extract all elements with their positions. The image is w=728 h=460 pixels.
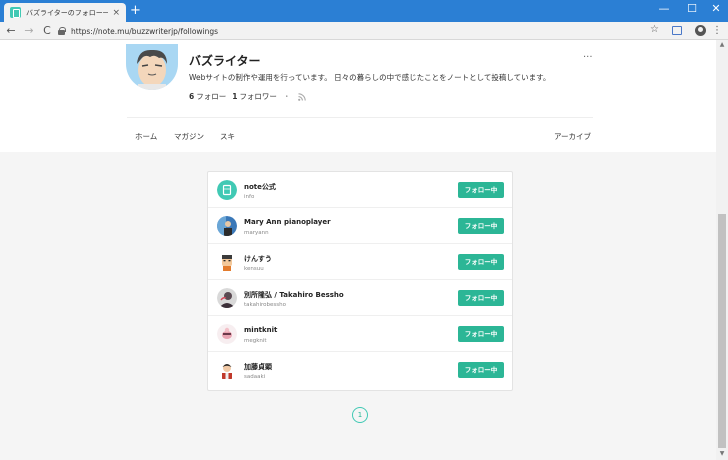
following-button[interactable]: フォロー中	[458, 362, 504, 378]
address-bar[interactable]: https://note.mu/buzzwriterjp/followings	[58, 24, 664, 38]
reload-button[interactable]: C	[40, 24, 54, 38]
close-window-button[interactable]: ✕	[706, 2, 726, 15]
scroll-down-arrow-icon[interactable]: ▼	[716, 450, 728, 457]
list-item[interactable]: mintknit megknit フォロー中	[208, 316, 512, 352]
followings-list: note公式 info フォロー中 Mary Ann pianoplayer m…	[207, 171, 513, 391]
user-name[interactable]: 別所隆弘 / Takahiro Bessho	[244, 290, 344, 300]
photo-avatar-icon	[217, 288, 237, 308]
list-item[interactable]: note公式 info フォロー中	[208, 172, 512, 208]
window-titlebar: バズライターのフォロー一覧｜note × + — ☐ ✕	[0, 0, 728, 22]
browser-tab[interactable]: バズライターのフォロー一覧｜note ×	[4, 3, 126, 22]
user-id: kensuu	[244, 266, 264, 272]
follow-count[interactable]: 6	[189, 92, 194, 101]
user-id: takahirobessho	[244, 302, 286, 308]
user-id: info	[244, 194, 255, 200]
user-name[interactable]: 加藤貞顕	[244, 362, 272, 372]
more-options-icon[interactable]: ···	[583, 52, 593, 63]
note-favicon-icon	[10, 7, 21, 18]
tab-likes[interactable]: スキ	[220, 131, 235, 142]
creator-header	[0, 40, 716, 152]
creator-stats: 6 フォロー 1 フォロワー ・	[189, 91, 307, 102]
profile-icon[interactable]	[695, 25, 706, 36]
bookmark-star-icon[interactable]: ☆	[650, 24, 659, 35]
page-scrollbar[interactable]: ▲ ▼	[716, 40, 728, 460]
user-avatar[interactable]	[217, 180, 237, 200]
list-item[interactable]: けんすう kensuu フォロー中	[208, 244, 512, 280]
follower-count[interactable]: 1	[232, 92, 237, 101]
illustration-avatar-icon	[217, 252, 237, 272]
tab-magazine[interactable]: マガジン	[174, 131, 204, 142]
browser-toolbar: ← → C https://note.mu/buzzwriterjp/follo…	[0, 22, 728, 40]
minimize-button[interactable]: —	[654, 2, 674, 15]
user-avatar[interactable]	[217, 216, 237, 236]
following-button[interactable]: フォロー中	[458, 326, 504, 342]
new-tab-button[interactable]: +	[130, 4, 141, 18]
list-item[interactable]: 加藤貞顕 sadaaki フォロー中	[208, 352, 512, 388]
user-avatar[interactable]	[217, 288, 237, 308]
photo-avatar-icon	[217, 216, 237, 236]
scrollbar-thumb[interactable]	[718, 214, 726, 448]
stats-separator: ・	[282, 92, 291, 101]
user-name[interactable]: けんすう	[244, 254, 272, 264]
user-avatar[interactable]	[217, 360, 237, 380]
list-item[interactable]: 別所隆弘 / Takahiro Bessho takahirobessho フォ…	[208, 280, 512, 316]
creator-description: Webサイトの制作や運用を行っています。 日々の暮らしの中で感じたことをノートと…	[189, 73, 551, 82]
tab-close-icon[interactable]: ×	[112, 8, 120, 18]
user-avatar[interactable]	[217, 252, 237, 272]
pagination-page[interactable]: 1	[352, 407, 368, 423]
following-button[interactable]: フォロー中	[458, 254, 504, 270]
follow-label[interactable]: フォロー	[196, 91, 226, 102]
user-id: maryann	[244, 230, 269, 236]
user-id: megknit	[244, 338, 267, 344]
creator-name: バズライター	[189, 54, 261, 68]
user-name[interactable]: note公式	[244, 182, 276, 192]
forward-button[interactable]: →	[22, 24, 36, 38]
url-text: https://note.mu/buzzwriterjp/followings	[71, 26, 219, 36]
browser-menu-icon[interactable]: ⋮	[712, 24, 722, 38]
tab-title: バズライターのフォロー一覧｜note	[26, 8, 109, 17]
header-divider	[127, 117, 593, 118]
user-name[interactable]: mintknit	[244, 326, 277, 334]
maximize-button[interactable]: ☐	[682, 2, 702, 15]
user-name[interactable]: Mary Ann pianoplayer	[244, 218, 331, 226]
user-id: sadaaki	[244, 374, 266, 380]
rss-icon[interactable]	[298, 92, 307, 101]
list-item[interactable]: Mary Ann pianoplayer maryann フォロー中	[208, 208, 512, 244]
following-button[interactable]: フォロー中	[458, 290, 504, 306]
following-button[interactable]: フォロー中	[458, 182, 504, 198]
user-avatar[interactable]	[217, 324, 237, 344]
extension-icon[interactable]	[672, 26, 682, 35]
tab-home[interactable]: ホーム	[135, 131, 157, 142]
lock-icon	[58, 27, 66, 35]
illustration-avatar-icon	[217, 324, 237, 344]
note-logo-icon	[217, 180, 237, 200]
scroll-up-arrow-icon[interactable]: ▲	[716, 41, 728, 48]
following-button[interactable]: フォロー中	[458, 218, 504, 234]
illustration-avatar-icon	[217, 360, 237, 380]
back-button[interactable]: ←	[4, 24, 18, 38]
tab-archive[interactable]: アーカイブ	[554, 131, 591, 142]
follower-label[interactable]: フォロワー	[239, 91, 277, 102]
